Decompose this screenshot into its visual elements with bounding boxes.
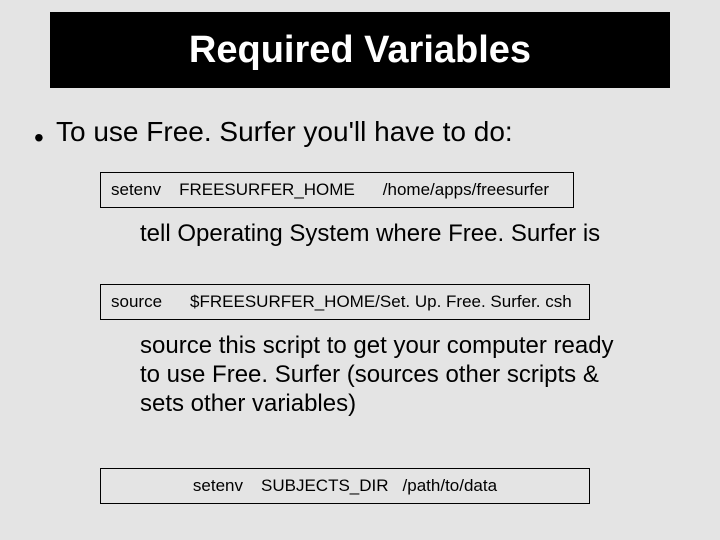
explain-2: source this script to get your computer …	[140, 332, 640, 418]
explain-1: tell Operating System where Free. Surfer…	[140, 220, 660, 249]
bullet-row: • To use Free. Surfer you'll have to do:	[34, 116, 674, 154]
cmd1-var: FREESURFER_HOME	[179, 180, 355, 200]
slide: Required Variables • To use Free. Surfer…	[0, 0, 720, 540]
cmd3-path: /path/to/data	[403, 476, 498, 496]
slide-title: Required Variables	[189, 29, 531, 72]
bullet-dot-icon: •	[34, 116, 56, 154]
cmd3-setenv: setenv	[193, 476, 243, 496]
cmd2-source: source	[111, 292, 162, 312]
command-box-3: setenv SUBJECTS_DIR /path/to/data	[100, 468, 590, 504]
command-box-1: setenv FREESURFER_HOME /home/apps/freesu…	[100, 172, 574, 208]
cmd1-path: /home/apps/freesurfer	[383, 180, 549, 200]
slide-title-bar: Required Variables	[50, 12, 670, 88]
cmd1-setenv: setenv	[111, 180, 161, 200]
bullet-text: To use Free. Surfer you'll have to do:	[56, 116, 513, 148]
cmd2-script: $FREESURFER_HOME/Set. Up. Free. Surfer. …	[190, 292, 572, 312]
command-box-2: source $FREESURFER_HOME/Set. Up. Free. S…	[100, 284, 590, 320]
cmd3-var: SUBJECTS_DIR	[261, 476, 389, 496]
